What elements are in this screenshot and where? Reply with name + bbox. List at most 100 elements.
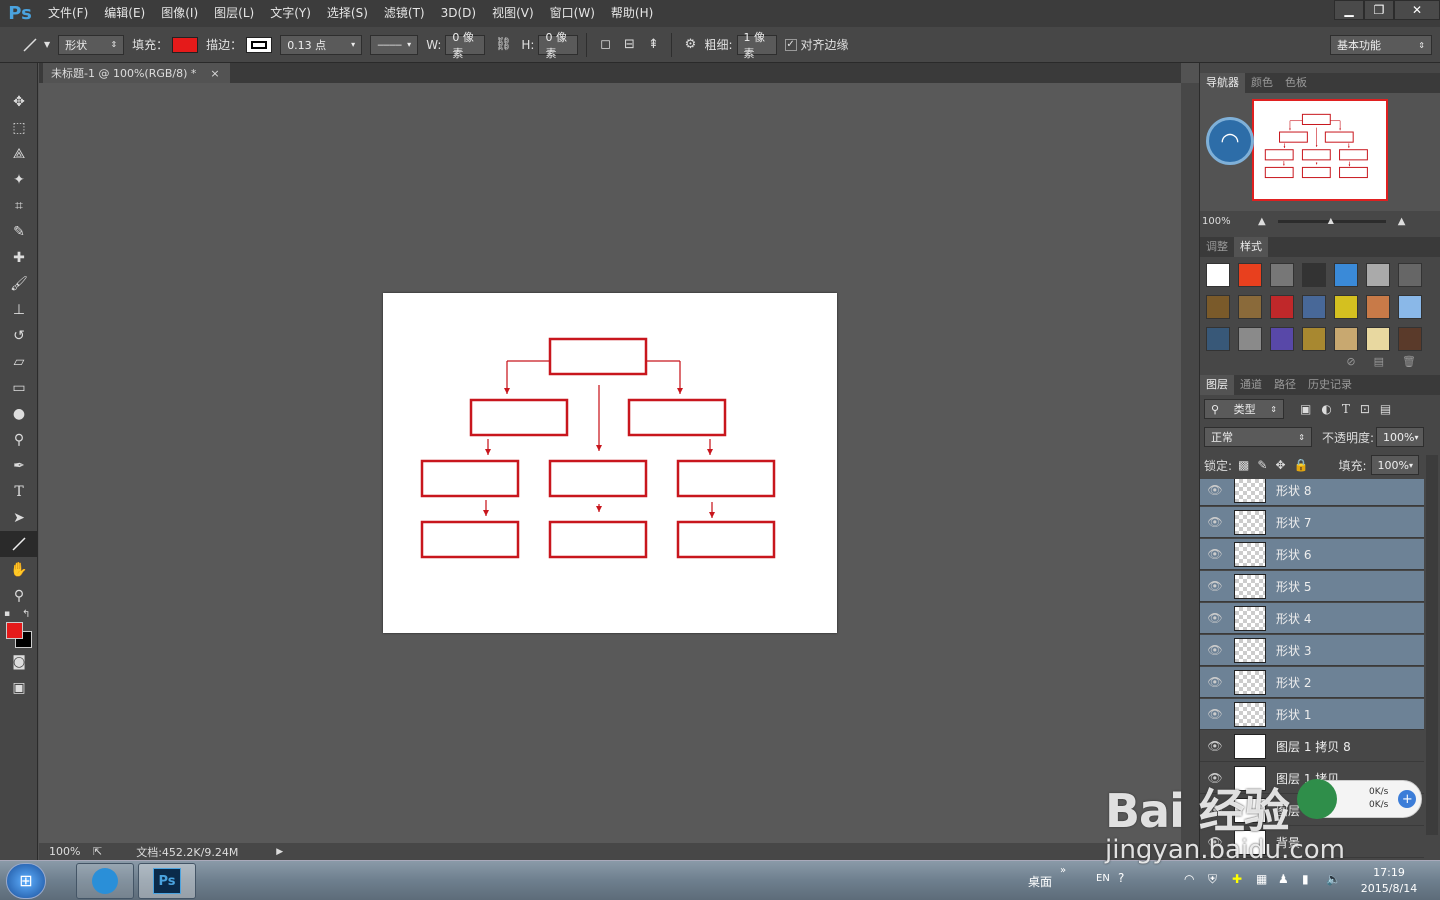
move-tool-icon[interactable]: ✥ xyxy=(0,89,38,115)
style-preset[interactable] xyxy=(1366,295,1390,319)
tab-layers_panel-3[interactable]: 历史记录 xyxy=(1302,375,1358,395)
dodge-tool-icon[interactable]: ⚲ xyxy=(0,427,38,453)
swap-colors-icon[interactable]: ↰ xyxy=(22,609,30,620)
filter-shape-icon[interactable]: ⊡ xyxy=(1360,402,1370,416)
height-field[interactable]: 0 像素 xyxy=(538,31,579,60)
menu-item[interactable]: 选择(S) xyxy=(319,0,376,27)
tab-navigator-1[interactable]: 颜色 xyxy=(1245,73,1279,93)
eye-icon[interactable]: 👁 xyxy=(1200,579,1230,593)
workspace-select[interactable]: 基本功能 ⇕ xyxy=(1330,35,1432,55)
style-preset[interactable] xyxy=(1398,295,1422,319)
eye-icon[interactable]: 👁 xyxy=(1200,835,1230,849)
zoom-level[interactable]: 100% xyxy=(49,845,89,858)
type-tool-icon[interactable]: T xyxy=(0,479,38,505)
tab-layers_panel-1[interactable]: 通道 xyxy=(1234,375,1268,395)
layer-row[interactable]: 👁 图层 1 拷贝 8 xyxy=(1200,731,1424,762)
clear-style-icon[interactable]: ⊘ xyxy=(1346,355,1355,373)
eye-icon[interactable]: 👁 xyxy=(1200,547,1230,561)
menu-item[interactable]: 文件(F) xyxy=(40,0,96,27)
start-button[interactable]: ⊞ xyxy=(6,863,46,899)
link-icon[interactable]: ⛓ xyxy=(493,35,513,55)
document-tab[interactable]: 未标题-1 @ 100%(RGB/8) * × xyxy=(43,63,230,83)
magic-wand-tool-icon[interactable]: ✦ xyxy=(0,167,38,193)
close-tab-icon[interactable]: × xyxy=(210,67,219,80)
wifi-float-icon[interactable]: ◠ xyxy=(1206,117,1254,165)
style-preset[interactable] xyxy=(1238,263,1262,287)
style-preset[interactable] xyxy=(1270,263,1294,287)
history-brush-tool-icon[interactable]: ↺ xyxy=(0,323,38,349)
document-canvas[interactable] xyxy=(383,293,837,633)
layer-row[interactable]: 👁 形状 5 xyxy=(1200,571,1424,602)
taskbar-browser-button[interactable] xyxy=(76,863,134,899)
lock-position-icon[interactable]: ✥ xyxy=(1275,458,1285,472)
slider-handle-icon[interactable]: ▲ xyxy=(1328,216,1334,225)
stroke-type-select[interactable]: ‒‒‒‒ ▾ xyxy=(370,34,419,55)
eye-icon[interactable]: 👁 xyxy=(1200,515,1230,529)
weight-field[interactable]: 1 像素 xyxy=(736,31,777,60)
tab-styles_panel-1[interactable]: 样式 xyxy=(1234,237,1268,257)
gear-icon[interactable]: ⚙ xyxy=(680,35,700,55)
trash-icon[interactable]: 🗑 xyxy=(1402,355,1416,373)
layer-row[interactable]: 👁 形状 6 xyxy=(1200,539,1424,570)
path-alignment-icon[interactable]: ⊟ xyxy=(619,35,639,55)
style-preset[interactable] xyxy=(1238,295,1262,319)
style-preset[interactable] xyxy=(1334,327,1358,351)
pen-tool-icon[interactable]: ✒ xyxy=(0,453,38,479)
style-preset[interactable] xyxy=(1206,327,1230,351)
vertical-scrollbar[interactable] xyxy=(1181,83,1199,843)
style-preset[interactable] xyxy=(1238,327,1262,351)
wifi-tray-icon[interactable]: ◠ xyxy=(1184,872,1194,886)
gradient-tool-icon[interactable]: ▭ xyxy=(0,375,38,401)
style-preset[interactable] xyxy=(1206,295,1230,319)
fill-field[interactable]: 100% ▾ xyxy=(1370,455,1419,475)
layer-row[interactable]: 👁 形状 1 xyxy=(1200,699,1424,730)
navigator-preview[interactable] xyxy=(1252,99,1388,201)
volume-icon[interactable]: 🔈 xyxy=(1326,872,1341,886)
opacity-field[interactable]: 100% ▾ xyxy=(1376,427,1425,447)
tab-navigator-0[interactable]: 导航器 xyxy=(1200,73,1245,93)
style-preset[interactable] xyxy=(1398,263,1422,287)
eye-icon[interactable]: 👁 xyxy=(1200,803,1230,817)
filter-type-icon[interactable]: T xyxy=(1342,402,1350,416)
quick-mask-icon[interactable]: ◙ xyxy=(0,649,38,675)
tab-layers_panel-2[interactable]: 路径 xyxy=(1268,375,1302,395)
mode-select[interactable]: 形状 ⇕ xyxy=(58,34,125,55)
eyedropper-tool-icon[interactable]: ✎ xyxy=(0,219,38,245)
user-icon[interactable]: ♟ xyxy=(1278,872,1289,886)
menu-item[interactable]: 窗口(W) xyxy=(542,0,603,27)
eye-icon[interactable]: 👁 xyxy=(1200,643,1230,657)
tab-navigator-2[interactable]: 色板 xyxy=(1279,73,1313,93)
style-preset[interactable] xyxy=(1334,295,1358,319)
marquee-tool-icon[interactable]: ⬚ xyxy=(0,115,38,141)
healing-brush-tool-icon[interactable]: ✚ xyxy=(0,245,38,271)
crop-tool-icon[interactable]: ⌗ xyxy=(0,193,38,219)
signal-icon[interactable]: ▮ xyxy=(1302,872,1309,886)
layer-row[interactable]: 👁 形状 3 xyxy=(1200,635,1424,666)
lock-all-icon[interactable]: 🔒 xyxy=(1294,458,1309,472)
line-tool-icon[interactable] xyxy=(20,35,40,55)
help-icon[interactable]: ? xyxy=(1118,871,1124,885)
taskbar-photoshop-button[interactable]: Ps xyxy=(138,863,196,899)
blur-tool-icon[interactable]: ● xyxy=(0,401,38,427)
layer-row[interactable]: 👁 形状 8 xyxy=(1200,479,1424,506)
minimize-button[interactable]: ▁ xyxy=(1334,0,1364,20)
menu-item[interactable]: 图像(I) xyxy=(153,0,206,27)
style-preset[interactable] xyxy=(1302,295,1326,319)
fill-color-swatch[interactable] xyxy=(172,36,199,53)
menu-item[interactable]: 文字(Y) xyxy=(262,0,319,27)
zoom-in-icon[interactable]: ▲ xyxy=(1398,216,1406,227)
stamp-tool-icon[interactable]: ⊥ xyxy=(0,297,38,323)
tray-app-icon[interactable]: ✚ xyxy=(1232,872,1242,886)
stroke-color-swatch[interactable] xyxy=(246,36,273,53)
menu-item[interactable]: 3D(D) xyxy=(433,0,484,27)
menu-item[interactable]: 编辑(E) xyxy=(96,0,153,27)
blend-mode-select[interactable]: 正常 ⇕ xyxy=(1204,427,1312,447)
close-button[interactable]: ✕ xyxy=(1394,0,1440,20)
layer-row[interactable]: 👁 形状 2 xyxy=(1200,667,1424,698)
navigator-zoom[interactable]: 100% xyxy=(1202,216,1258,227)
screen-mode-icon[interactable]: ▣ xyxy=(0,675,38,701)
path-operations-icon[interactable]: ◻ xyxy=(595,35,615,55)
filter-smart-object-icon[interactable]: ▤ xyxy=(1380,402,1391,416)
filter-adjustment-icon[interactable]: ◐ xyxy=(1321,402,1331,416)
style-preset[interactable] xyxy=(1334,263,1358,287)
